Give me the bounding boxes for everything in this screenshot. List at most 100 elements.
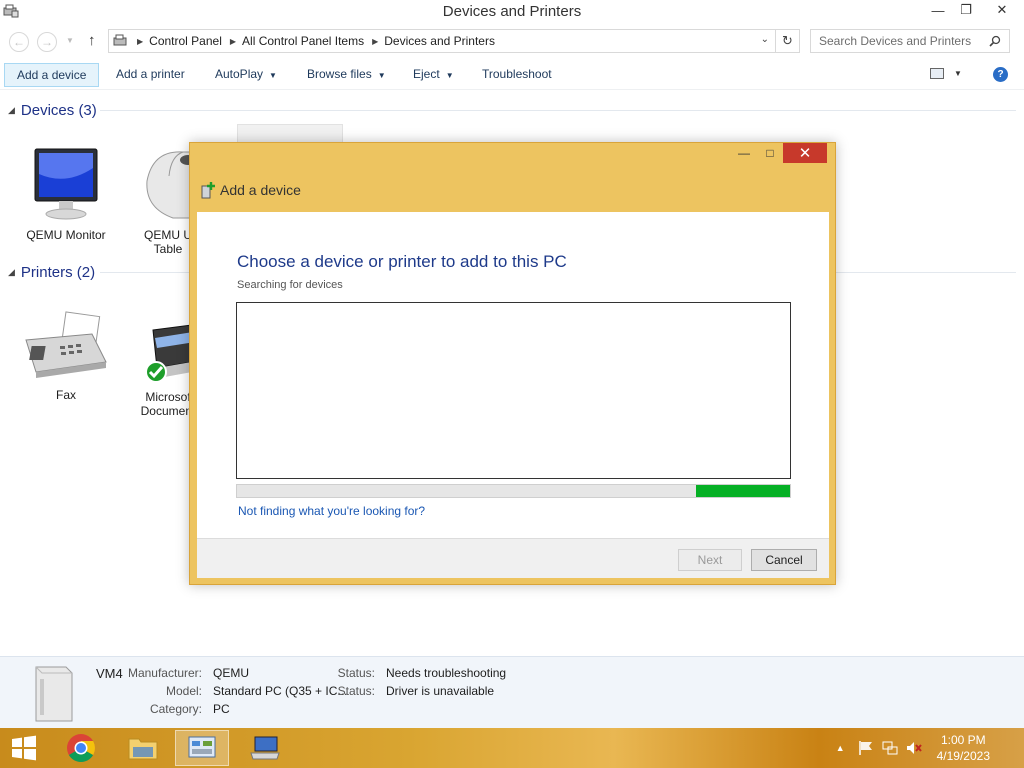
devices-group-label: Devices (3) bbox=[20, 101, 97, 119]
refresh-icon[interactable]: ↻ bbox=[775, 30, 799, 52]
action-center-flag-icon[interactable] bbox=[857, 739, 875, 757]
network-icon[interactable] bbox=[881, 739, 899, 757]
restore-button[interactable]: ❐ bbox=[952, 0, 980, 20]
printer-fax[interactable]: Fax bbox=[16, 310, 116, 402]
device-list[interactable] bbox=[236, 302, 791, 479]
device-label-line2: Table bbox=[153, 242, 183, 256]
command-bar: Add a device Add a printer AutoPlay ▼ Bro… bbox=[0, 60, 1024, 90]
device-label: QEMU U bbox=[144, 228, 192, 242]
search-placeholder: Search Devices and Printers bbox=[819, 34, 972, 48]
dialog-footer: Next Cancel bbox=[197, 538, 829, 578]
clock[interactable]: 1:00 PM 4/19/2023 bbox=[937, 732, 990, 764]
dialog-headline: Choose a device or printer to add to thi… bbox=[237, 252, 567, 271]
close-button[interactable]: ✕ bbox=[980, 0, 1024, 20]
category-value: PC bbox=[213, 702, 230, 716]
chevron-down-icon: ▼ bbox=[269, 71, 277, 80]
group-divider bbox=[100, 110, 1016, 111]
back-arrow-icon: ← bbox=[13, 35, 25, 49]
taskbar-chrome[interactable] bbox=[54, 730, 108, 766]
restore-icon: ❐ bbox=[960, 2, 972, 17]
printer-label: Fax bbox=[55, 388, 76, 402]
dialog-close-button[interactable]: ✕ bbox=[783, 143, 827, 163]
computer-keyboard-icon bbox=[250, 736, 280, 760]
taskbar-file-explorer[interactable] bbox=[116, 730, 170, 766]
help-icon[interactable]: ? bbox=[993, 67, 1008, 82]
search-input[interactable]: Search Devices and Printers bbox=[810, 29, 1010, 53]
show-hidden-icons-chevron-icon[interactable]: ▲ bbox=[836, 743, 845, 753]
next-button[interactable]: Next bbox=[678, 549, 742, 571]
dialog-title: Add a device bbox=[220, 182, 301, 198]
forward-arrow-icon: → bbox=[41, 35, 53, 49]
address-bar[interactable]: ▶ Control Panel ▶ All Control Panel Item… bbox=[108, 29, 800, 53]
taskbar: ▲ 1:00 PM 4/19/2023 bbox=[0, 728, 1024, 768]
printers-group-header[interactable]: ◢ Printers (2) bbox=[8, 262, 95, 282]
breadcrumb-separator-icon: ▶ bbox=[372, 36, 379, 46]
folder-icon bbox=[128, 738, 158, 760]
eject-button[interactable]: Eject ▼ bbox=[401, 63, 466, 87]
devices-group-header[interactable]: ◢ Devices (3) bbox=[8, 100, 97, 120]
chevron-down-icon: ▼ bbox=[445, 71, 454, 80]
start-button[interactable] bbox=[0, 730, 48, 766]
status-label: Status: bbox=[337, 684, 375, 698]
add-a-device-button[interactable]: Add a device bbox=[4, 63, 100, 87]
dialog-content: Choose a device or printer to add to thi… bbox=[197, 212, 829, 538]
model-label: Model: bbox=[165, 684, 202, 698]
forward-button[interactable]: → bbox=[37, 32, 57, 52]
browse-files-button[interactable]: Browse files ▼ bbox=[295, 63, 398, 87]
recent-locations-chevron-icon[interactable]: ▼ bbox=[66, 36, 74, 45]
add-device-icon bbox=[201, 182, 215, 199]
monitor-icon bbox=[34, 148, 98, 220]
windows-logo-icon bbox=[12, 735, 36, 761]
search-progress-bar bbox=[236, 484, 791, 498]
collapse-triangle-icon: ◢ bbox=[8, 104, 15, 115]
chevron-down-icon: ▼ bbox=[377, 71, 386, 80]
clock-time: 1:00 PM bbox=[940, 733, 986, 747]
autoplay-button[interactable]: AutoPlay ▼ bbox=[203, 63, 289, 87]
view-options-chevron-icon[interactable]: ▼ bbox=[954, 69, 962, 78]
breadcrumb-all-items[interactable]: All Control Panel Items bbox=[242, 34, 364, 48]
device-qemu-monitor[interactable]: QEMU Monitor bbox=[16, 146, 116, 242]
not-finding-link[interactable]: Not finding what you're looking for? bbox=[238, 504, 425, 518]
breadcrumb-control-panel[interactable]: Control Panel bbox=[149, 34, 222, 48]
status-label: Status: bbox=[337, 666, 375, 680]
search-progress-fill bbox=[695, 485, 790, 497]
taskbar-add-device-wizard[interactable] bbox=[238, 730, 292, 766]
dialog-title-bar: Add a device bbox=[200, 181, 301, 199]
printer-label: Microsof bbox=[145, 390, 191, 404]
add-a-device-label: Add a device bbox=[17, 68, 87, 82]
control-panel-icon bbox=[113, 34, 127, 46]
details-pane: VM4 Manufacturer: QEMU Model: Standard P… bbox=[0, 656, 1024, 730]
address-row: ← → ▼ ↑ ▶ Control Panel ▶ All Control Pa… bbox=[0, 28, 1024, 56]
address-dropdown-chevron-icon[interactable]: ⌄ bbox=[761, 34, 769, 45]
control-panel-icon bbox=[188, 736, 216, 758]
chrome-icon bbox=[67, 734, 95, 762]
breadcrumb-devices-and-printers[interactable]: Devices and Printers bbox=[384, 34, 495, 48]
status-value: Driver is unavailable bbox=[386, 684, 495, 698]
back-button[interactable]: ← bbox=[9, 32, 29, 52]
browse-files-label: Browse files bbox=[307, 67, 372, 81]
device-label: QEMU Monitor bbox=[26, 228, 106, 242]
add-device-dialog: — □ ✕ Add a device Choose a device or pr… bbox=[189, 142, 836, 585]
add-a-printer-button[interactable]: Add a printer bbox=[104, 63, 197, 87]
computer-tower-icon bbox=[35, 666, 73, 722]
change-view-icon[interactable] bbox=[930, 68, 944, 79]
up-arrow-icon[interactable]: ↑ bbox=[88, 32, 96, 49]
minimize-icon: — bbox=[931, 2, 945, 18]
close-icon: ✕ bbox=[996, 2, 1008, 17]
eject-label: Eject bbox=[413, 67, 440, 81]
dialog-minimize-button[interactable]: — bbox=[731, 143, 757, 163]
manufacturer-value: QEMU bbox=[213, 666, 249, 680]
maximize-icon: □ bbox=[766, 146, 774, 160]
device-partially-hidden[interactable] bbox=[237, 124, 343, 144]
window-titlebar: Devices and Printers — ❐ ✕ bbox=[0, 0, 1024, 24]
troubleshoot-button[interactable]: Troubleshoot bbox=[470, 63, 564, 87]
minimize-button[interactable]: — bbox=[924, 0, 952, 20]
taskbar-control-panel[interactable] bbox=[175, 730, 229, 766]
autoplay-label: AutoPlay bbox=[215, 67, 264, 81]
speaker-muted-icon[interactable] bbox=[905, 739, 923, 757]
dialog-maximize-button[interactable]: □ bbox=[757, 143, 783, 163]
clock-date: 4/19/2023 bbox=[936, 749, 990, 763]
status-value: Needs troubleshooting bbox=[386, 666, 507, 680]
cancel-button[interactable]: Cancel bbox=[751, 549, 817, 571]
minimize-icon: — bbox=[738, 146, 750, 160]
